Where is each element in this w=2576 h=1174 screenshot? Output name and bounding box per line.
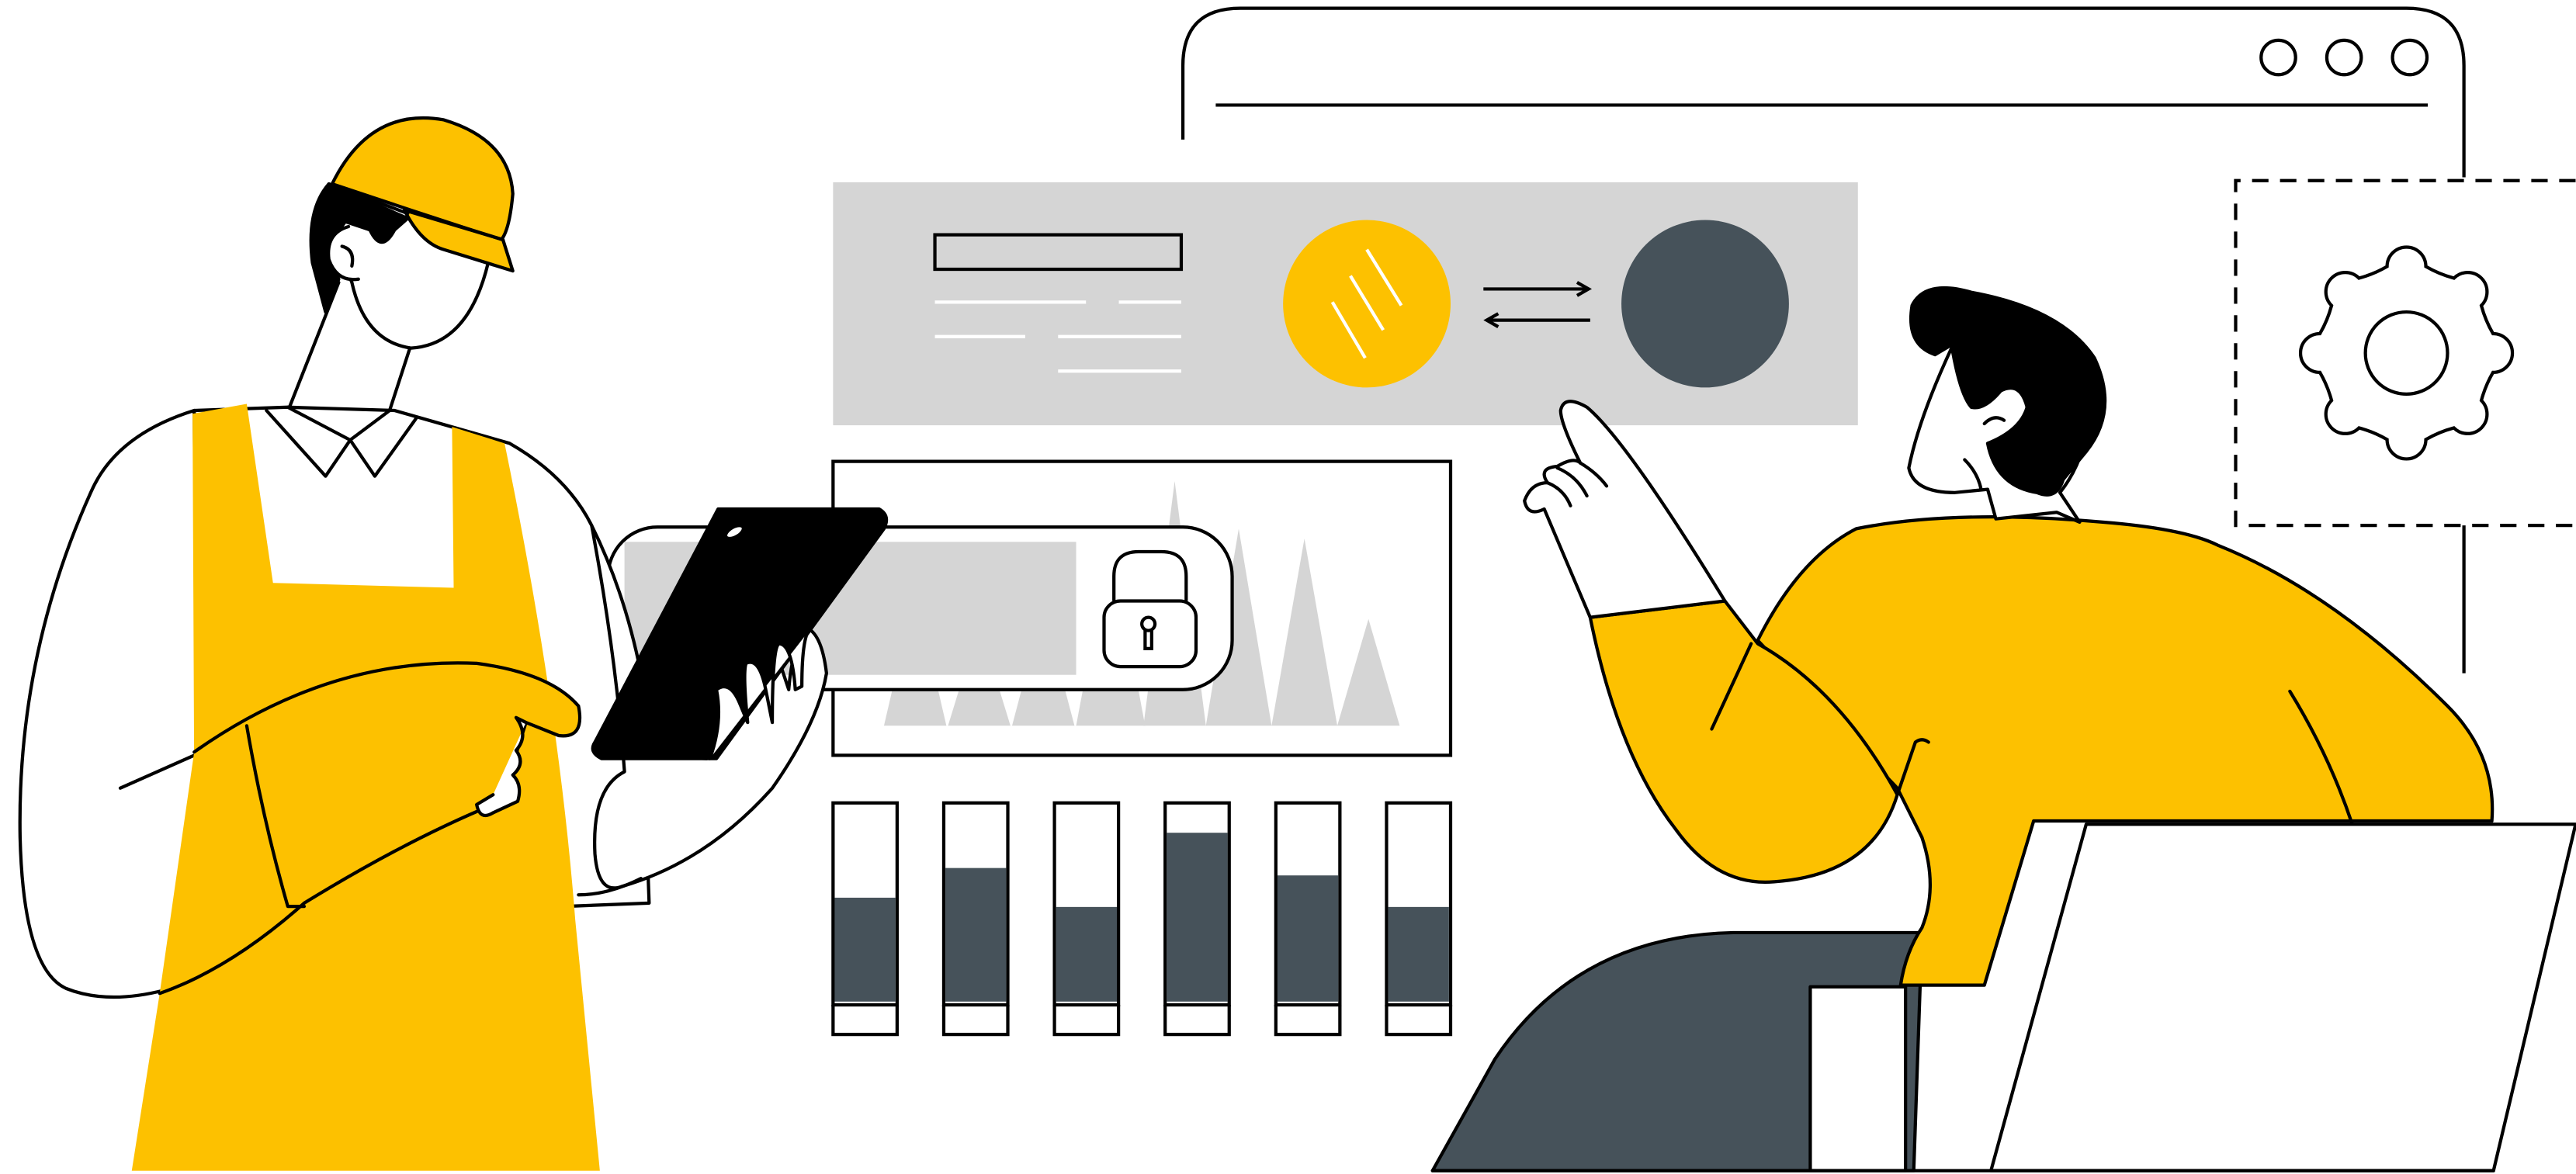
window-dot-icon: [2391, 38, 2429, 77]
gear-hub: [2363, 310, 2449, 396]
level-bar-fill: [834, 897, 896, 1002]
target-node-circle: [1621, 220, 1789, 388]
level-bar-base: [1385, 1005, 1453, 1037]
illustration-svg: [18, 6, 2576, 1172]
level-bar-base: [941, 1005, 1010, 1037]
worker-with-tablet: [18, 116, 889, 1171]
chair-back: [1808, 985, 1908, 1172]
padlock-icon: [1102, 549, 1198, 669]
level-bar-fill: [1388, 906, 1449, 1002]
level-bar-base: [1052, 1005, 1121, 1037]
level-bar-base: [831, 1005, 899, 1037]
level-bar-base: [1274, 1005, 1342, 1037]
laptop-screen: [1989, 822, 2576, 1172]
level-bars: [831, 801, 1453, 1037]
level-bar-fill: [1277, 875, 1339, 1002]
illustration-canvas: [0, 0, 2576, 1174]
settings-panel: [2234, 178, 2576, 528]
browser-window-frame: [1181, 6, 2466, 178]
top-banner: [833, 182, 1858, 426]
person-hand: [1523, 400, 1727, 619]
window-dot-icon: [2325, 38, 2363, 77]
level-bar-fill: [1167, 833, 1228, 1002]
level-bar-fill: [1056, 906, 1118, 1002]
level-bar-base: [1163, 1005, 1231, 1037]
window-dot-icon: [2259, 38, 2297, 77]
level-bar-fill: [945, 868, 1007, 1002]
